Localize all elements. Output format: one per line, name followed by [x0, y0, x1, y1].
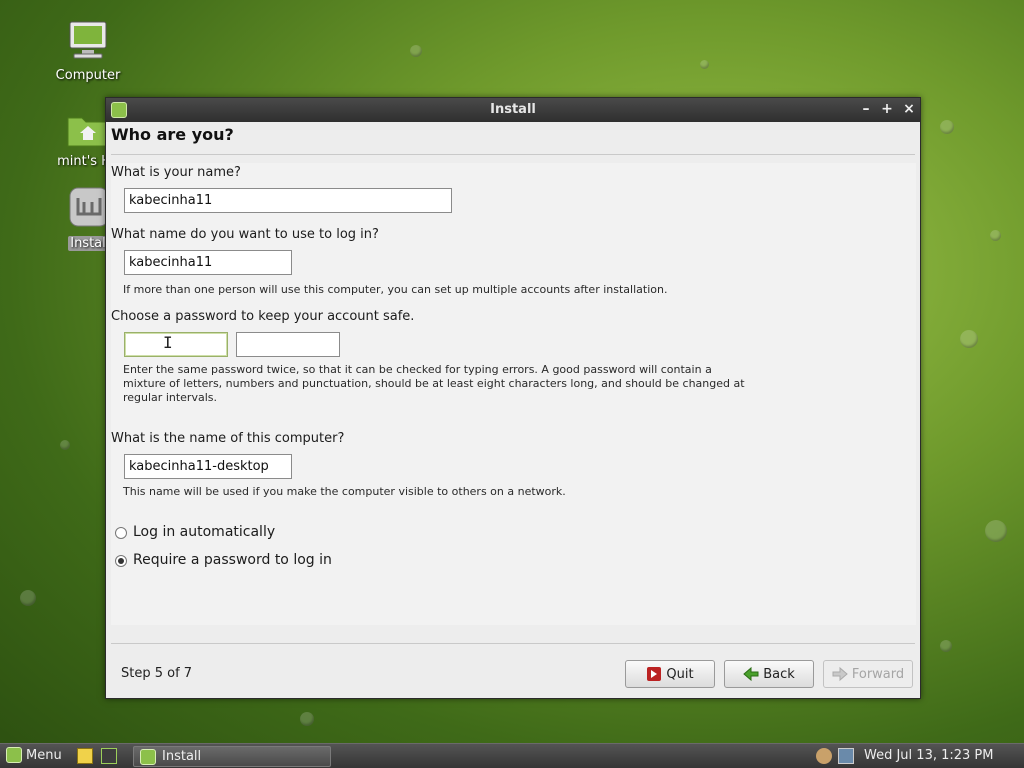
back-button[interactable]: Back: [724, 660, 814, 688]
password-question: Choose a password to keep your account s…: [111, 309, 415, 324]
desktop-computer-icon[interactable]: Computer: [45, 20, 131, 83]
taskbar: Menu Install Wed Jul 13, 1:23 PM: [0, 743, 1024, 768]
login-automatic-label[interactable]: Log in automatically: [133, 524, 275, 540]
computer-question: What is the name of this computer?: [111, 431, 345, 446]
wallpaper-drop: [20, 590, 36, 606]
quit-button[interactable]: Quit: [625, 660, 715, 688]
maximize-button[interactable]: +: [878, 100, 896, 118]
wallpaper-drop: [940, 120, 954, 134]
close-button[interactable]: ×: [900, 100, 918, 118]
password-input[interactable]: [124, 332, 228, 357]
login-question: What name do you want to use to log in?: [111, 227, 379, 242]
require-password-radio[interactable]: [115, 555, 127, 567]
desktop-icon-label: Instal: [68, 236, 108, 251]
step-indicator: Step 5 of 7: [121, 666, 193, 681]
computer-icon: [69, 21, 107, 59]
password-hint-line-1: Enter the same password twice, so that i…: [123, 363, 712, 376]
login-automatic-radio[interactable]: [115, 527, 127, 539]
login-hint: If more than one person will use this co…: [123, 283, 668, 296]
forward-label: Forward: [851, 666, 905, 682]
taskbar-window-install[interactable]: Install: [133, 746, 331, 767]
arrow-right-icon: [832, 666, 848, 682]
full-name-input[interactable]: [124, 188, 452, 213]
arrow-left-icon: [743, 666, 759, 682]
quit-label: Quit: [666, 666, 694, 682]
wallpaper-drop: [60, 440, 70, 450]
back-label: Back: [763, 666, 795, 682]
wallpaper-drop: [940, 640, 952, 652]
wallpaper-drop: [300, 712, 314, 726]
user-status-icon[interactable]: [816, 748, 832, 764]
hostname-input[interactable]: [124, 454, 292, 479]
confirm-password-input[interactable]: [236, 332, 340, 357]
clock[interactable]: Wed Jul 13, 1:23 PM: [864, 748, 993, 763]
wallpaper-drop: [990, 230, 1001, 241]
wallpaper-drop: [960, 330, 978, 348]
page-heading: Who are you?: [111, 125, 234, 144]
window-title: Install: [490, 102, 536, 117]
text-editor-launcher-icon[interactable]: [77, 748, 93, 764]
terminal-launcher-icon[interactable]: [101, 748, 117, 764]
computer-hint: This name will be used if you make the c…: [123, 485, 566, 498]
quit-icon: [647, 667, 662, 681]
network-icon[interactable]: [838, 748, 854, 764]
wallpaper-drop: [410, 45, 422, 57]
text-cursor-icon: I: [163, 333, 173, 352]
forward-button[interactable]: Forward: [823, 660, 913, 688]
install-window: Install – + × Who are you? What is your …: [105, 97, 921, 699]
require-password-label[interactable]: Require a password to log in: [133, 552, 332, 568]
menu-label: Menu: [26, 747, 62, 763]
menu-button[interactable]: Menu: [6, 747, 62, 763]
name-question: What is your name?: [111, 165, 241, 180]
desktop-icon-label: Computer: [55, 68, 121, 83]
username-input[interactable]: [124, 250, 292, 275]
form-area: What is your name? What name do you want…: [111, 163, 916, 625]
taskbar-window-label: Install: [162, 749, 202, 764]
window-titlebar[interactable]: Install – + ×: [106, 98, 920, 122]
password-hint-line-2: mixture of letters, numbers and punctuat…: [123, 377, 745, 390]
minimize-button[interactable]: –: [857, 100, 875, 118]
mint-menu-icon: [6, 747, 22, 763]
wallpaper-drop: [700, 60, 709, 69]
footer-divider: [111, 643, 915, 644]
header-divider: [111, 154, 915, 155]
password-hint-line-3: regular intervals.: [123, 391, 217, 404]
wallpaper-drop: [985, 520, 1007, 542]
mint-install-icon: [140, 748, 156, 765]
